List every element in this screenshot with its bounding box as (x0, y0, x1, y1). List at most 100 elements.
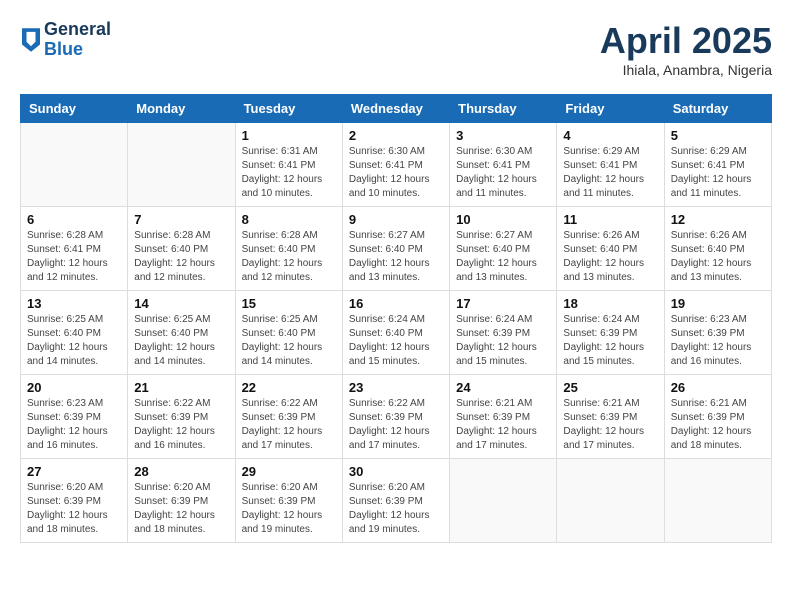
day-number: 9 (349, 212, 443, 227)
day-number: 18 (563, 296, 657, 311)
day-info: Sunrise: 6:22 AM Sunset: 6:39 PM Dayligh… (349, 397, 443, 453)
calendar-week-row: 27 Sunrise: 6:20 AM Sunset: 6:39 PM Dayli… (21, 459, 772, 543)
calendar-week-row: 6 Sunrise: 6:28 AM Sunset: 6:41 PM Daylig… (21, 207, 772, 291)
day-number: 5 (671, 128, 765, 143)
calendar-day-cell: 25 Sunrise: 6:21 AM Sunset: 6:39 PM Dayli… (557, 375, 664, 459)
day-info: Sunrise: 6:20 AM Sunset: 6:39 PM Dayligh… (242, 481, 336, 537)
calendar-header-row: SundayMondayTuesdayWednesdayThursdayFrid… (21, 95, 772, 123)
logo-text: General Blue (44, 20, 111, 60)
day-info: Sunrise: 6:24 AM Sunset: 6:39 PM Dayligh… (456, 313, 550, 369)
calendar-day-cell: 18 Sunrise: 6:24 AM Sunset: 6:39 PM Dayli… (557, 291, 664, 375)
calendar-day-cell (128, 123, 235, 207)
calendar-day-cell: 26Sunrise: 6:21 AM Sunset: 6:39 PM Dayli… (664, 375, 771, 459)
day-number: 12 (671, 212, 765, 227)
calendar-week-row: 20Sunrise: 6:23 AM Sunset: 6:39 PM Dayli… (21, 375, 772, 459)
calendar-day-cell: 12 Sunrise: 6:26 AM Sunset: 6:40 PM Dayli… (664, 207, 771, 291)
day-of-week-header: Tuesday (235, 95, 342, 123)
day-info: Sunrise: 6:30 AM Sunset: 6:41 PM Dayligh… (349, 145, 443, 201)
day-number: 1 (242, 128, 336, 143)
day-of-week-header: Monday (128, 95, 235, 123)
day-info: Sunrise: 6:21 AM Sunset: 6:39 PM Dayligh… (456, 397, 550, 453)
day-info: Sunrise: 6:30 AM Sunset: 6:41 PM Dayligh… (456, 145, 550, 201)
calendar-day-cell: 5 Sunrise: 6:29 AM Sunset: 6:41 PM Daylig… (664, 123, 771, 207)
day-info: Sunrise: 6:31 AM Sunset: 6:41 PM Dayligh… (242, 145, 336, 201)
logo-blue-text: Blue (44, 40, 111, 60)
day-number: 19 (671, 296, 765, 311)
calendar-day-cell: 21 Sunrise: 6:22 AM Sunset: 6:39 PM Dayli… (128, 375, 235, 459)
day-info: Sunrise: 6:26 AM Sunset: 6:40 PM Dayligh… (671, 229, 765, 285)
day-number: 11 (563, 212, 657, 227)
calendar-day-cell: 27 Sunrise: 6:20 AM Sunset: 6:39 PM Dayli… (21, 459, 128, 543)
calendar-week-row: 1 Sunrise: 6:31 AM Sunset: 6:41 PM Daylig… (21, 123, 772, 207)
day-info: Sunrise: 6:20 AM Sunset: 6:39 PM Dayligh… (27, 481, 121, 537)
calendar-day-cell: 19 Sunrise: 6:23 AM Sunset: 6:39 PM Dayli… (664, 291, 771, 375)
calendar-day-cell: 13Sunrise: 6:25 AM Sunset: 6:40 PM Dayli… (21, 291, 128, 375)
logo-general: General (44, 20, 111, 40)
calendar-table: SundayMondayTuesdayWednesdayThursdayFrid… (20, 94, 772, 543)
day-number: 21 (134, 380, 228, 395)
logo-icon (22, 28, 40, 52)
day-info: Sunrise: 6:22 AM Sunset: 6:39 PM Dayligh… (134, 397, 228, 453)
day-number: 7 (134, 212, 228, 227)
day-info: Sunrise: 6:28 AM Sunset: 6:41 PM Dayligh… (27, 229, 121, 285)
calendar-day-cell: 29 Sunrise: 6:20 AM Sunset: 6:39 PM Dayli… (235, 459, 342, 543)
day-number: 16 (349, 296, 443, 311)
day-number: 17 (456, 296, 550, 311)
day-info: Sunrise: 6:25 AM Sunset: 6:40 PM Dayligh… (27, 313, 121, 369)
calendar-day-cell: 22 Sunrise: 6:22 AM Sunset: 6:39 PM Dayli… (235, 375, 342, 459)
calendar-day-cell: 10Sunrise: 6:27 AM Sunset: 6:40 PM Dayli… (450, 207, 557, 291)
calendar-day-cell: 8Sunrise: 6:28 AM Sunset: 6:40 PM Daylig… (235, 207, 342, 291)
day-number: 3 (456, 128, 550, 143)
calendar-day-cell: 14 Sunrise: 6:25 AM Sunset: 6:40 PM Dayli… (128, 291, 235, 375)
day-number: 25 (563, 380, 657, 395)
calendar-day-cell: 30 Sunrise: 6:20 AM Sunset: 6:39 PM Dayli… (342, 459, 449, 543)
day-of-week-header: Wednesday (342, 95, 449, 123)
day-number: 4 (563, 128, 657, 143)
day-number: 24 (456, 380, 550, 395)
day-info: Sunrise: 6:29 AM Sunset: 6:41 PM Dayligh… (671, 145, 765, 201)
calendar-day-cell: 4 Sunrise: 6:29 AM Sunset: 6:41 PM Daylig… (557, 123, 664, 207)
day-number: 22 (242, 380, 336, 395)
logo: General Blue (20, 20, 111, 60)
day-info: Sunrise: 6:25 AM Sunset: 6:40 PM Dayligh… (134, 313, 228, 369)
calendar-day-cell: 11 Sunrise: 6:26 AM Sunset: 6:40 PM Dayli… (557, 207, 664, 291)
day-number: 2 (349, 128, 443, 143)
day-number: 10 (456, 212, 550, 227)
calendar-day-cell (450, 459, 557, 543)
day-of-week-header: Thursday (450, 95, 557, 123)
day-info: Sunrise: 6:20 AM Sunset: 6:39 PM Dayligh… (349, 481, 443, 537)
day-number: 29 (242, 464, 336, 479)
day-info: Sunrise: 6:26 AM Sunset: 6:40 PM Dayligh… (563, 229, 657, 285)
page-header: General Blue April 2025 Ihiala, Anambra,… (20, 20, 772, 78)
day-number: 28 (134, 464, 228, 479)
calendar-day-cell (664, 459, 771, 543)
day-info: Sunrise: 6:27 AM Sunset: 6:40 PM Dayligh… (349, 229, 443, 285)
calendar-day-cell (557, 459, 664, 543)
calendar-day-cell: 7Sunrise: 6:28 AM Sunset: 6:40 PM Daylig… (128, 207, 235, 291)
day-number: 26 (671, 380, 765, 395)
day-number: 6 (27, 212, 121, 227)
day-info: Sunrise: 6:22 AM Sunset: 6:39 PM Dayligh… (242, 397, 336, 453)
day-info: Sunrise: 6:29 AM Sunset: 6:41 PM Dayligh… (563, 145, 657, 201)
calendar-day-cell: 2 Sunrise: 6:30 AM Sunset: 6:41 PM Daylig… (342, 123, 449, 207)
day-number: 27 (27, 464, 121, 479)
calendar-day-cell: 1 Sunrise: 6:31 AM Sunset: 6:41 PM Daylig… (235, 123, 342, 207)
calendar-day-cell: 17 Sunrise: 6:24 AM Sunset: 6:39 PM Dayli… (450, 291, 557, 375)
day-info: Sunrise: 6:24 AM Sunset: 6:39 PM Dayligh… (563, 313, 657, 369)
day-of-week-header: Saturday (664, 95, 771, 123)
day-info: Sunrise: 6:20 AM Sunset: 6:39 PM Dayligh… (134, 481, 228, 537)
calendar-day-cell: 23Sunrise: 6:22 AM Sunset: 6:39 PM Dayli… (342, 375, 449, 459)
day-of-week-header: Friday (557, 95, 664, 123)
day-info: Sunrise: 6:21 AM Sunset: 6:39 PM Dayligh… (563, 397, 657, 453)
calendar-day-cell: 6 Sunrise: 6:28 AM Sunset: 6:41 PM Daylig… (21, 207, 128, 291)
calendar-week-row: 13Sunrise: 6:25 AM Sunset: 6:40 PM Dayli… (21, 291, 772, 375)
month-title: April 2025 (600, 20, 772, 62)
day-info: Sunrise: 6:23 AM Sunset: 6:39 PM Dayligh… (671, 313, 765, 369)
calendar-day-cell: 3 Sunrise: 6:30 AM Sunset: 6:41 PM Daylig… (450, 123, 557, 207)
day-info: Sunrise: 6:25 AM Sunset: 6:40 PM Dayligh… (242, 313, 336, 369)
day-number: 8 (242, 212, 336, 227)
day-info: Sunrise: 6:24 AM Sunset: 6:40 PM Dayligh… (349, 313, 443, 369)
calendar-day-cell: 9 Sunrise: 6:27 AM Sunset: 6:40 PM Daylig… (342, 207, 449, 291)
day-number: 30 (349, 464, 443, 479)
day-number: 14 (134, 296, 228, 311)
